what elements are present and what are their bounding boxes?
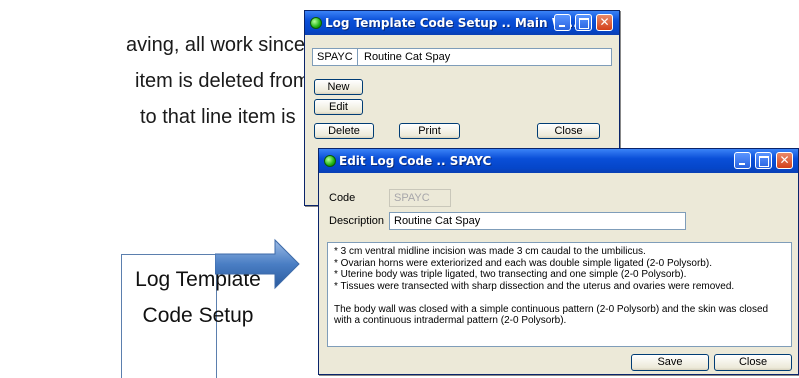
description-label: Description [329,215,385,227]
callout-line-2: Code Setup [142,304,254,327]
code-field[interactable]: SPAYC [389,189,451,207]
minimize-icon [555,15,570,30]
code-cell: SPAYC [317,51,353,63]
maximize-button[interactable] [755,152,772,169]
new-button[interactable]: New [314,79,363,95]
app-status-icon [310,17,322,29]
close-icon: ✕ [779,153,790,167]
maximize-icon [756,153,771,168]
print-button[interactable]: Print [399,123,460,139]
minimize-button[interactable] [554,14,571,31]
description-cell: Routine Cat Spay [364,51,451,63]
code-label: Code [329,192,356,204]
memo-line: * Uterine body was triple ligated, two t… [334,269,687,280]
close-icon: ✕ [599,15,610,29]
memo-line: * 3 cm ventral midline incision was made… [334,246,646,257]
save-button[interactable]: Save [631,354,709,371]
edit-window: Edit Log Code .. SPAYC ✕ Code SPAYC Desc… [318,148,799,375]
doc-line-1: aving, all work since [126,34,305,56]
maximize-icon [576,15,591,30]
doc-line-2: item is deleted from [135,70,310,92]
minimize-icon [735,153,750,168]
template-text-memo[interactable]: * 3 cm ventral midline incision was made… [327,242,792,347]
memo-line: * Ovarian horns were exteriorized and ea… [334,257,712,269]
code-list-row[interactable]: SPAYC Routine Cat Spay [312,48,612,66]
memo-line: The body wall was closed with a simple c… [334,303,769,315]
maximize-button[interactable] [575,14,592,31]
edit-button[interactable]: Edit [314,99,363,115]
main-window-titlebar[interactable]: Log Template Code Setup .. Main W... ✕ [305,11,619,35]
minimize-button[interactable] [734,152,751,169]
app-status-icon [324,155,336,167]
close-window-button[interactable]: ✕ [596,14,613,31]
main-window-title: Log Template Code Setup .. Main W... [325,16,578,30]
delete-button[interactable]: Delete [314,123,374,139]
memo-line [334,292,785,304]
pointer-arrow [215,238,300,290]
edit-window-title: Edit Log Code .. SPAYC [339,154,492,168]
edit-window-titlebar[interactable]: Edit Log Code .. SPAYC ✕ [319,149,798,173]
description-field[interactable]: Routine Cat Spay [389,212,686,230]
cell-divider [357,49,358,65]
close-window-button[interactable]: ✕ [776,152,793,169]
memo-line: with a continuous intradermal pattern (2… [334,315,567,326]
close-button[interactable]: Close [714,354,792,371]
close-button[interactable]: Close [537,123,600,139]
doc-line-3: to that line item is [140,106,296,128]
memo-line: * Tissues were transected with sharp dis… [334,280,735,292]
